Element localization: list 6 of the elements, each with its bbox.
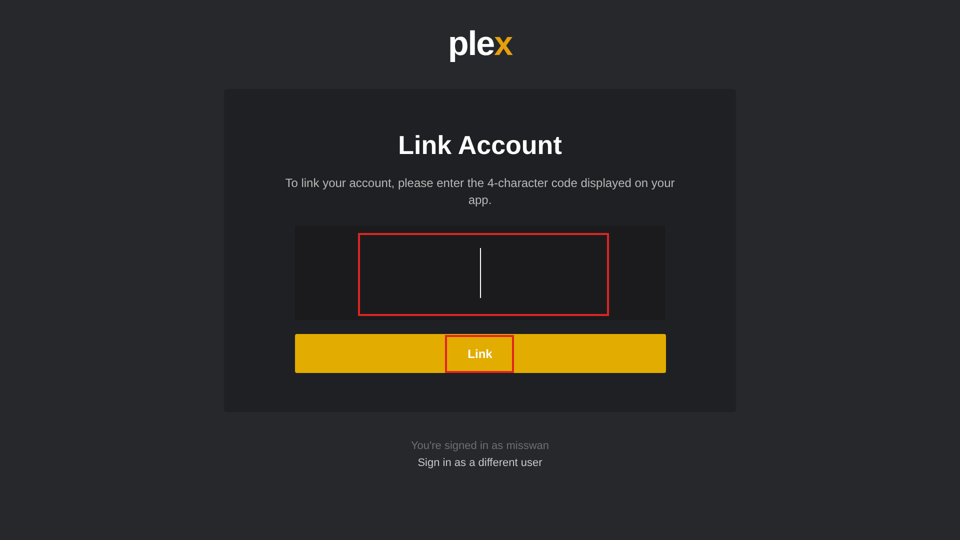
instruction-text: To link your account, please enter the 4-character code displayed on your app.: [284, 175, 676, 209]
switch-user-link[interactable]: Sign in as a different user: [418, 456, 542, 471]
plex-logo: plex: [448, 24, 512, 64]
card-title: Link Account: [398, 129, 562, 161]
signed-in-text: You're signed in as misswan: [410, 439, 550, 454]
code-input-area[interactable]: [295, 226, 665, 320]
